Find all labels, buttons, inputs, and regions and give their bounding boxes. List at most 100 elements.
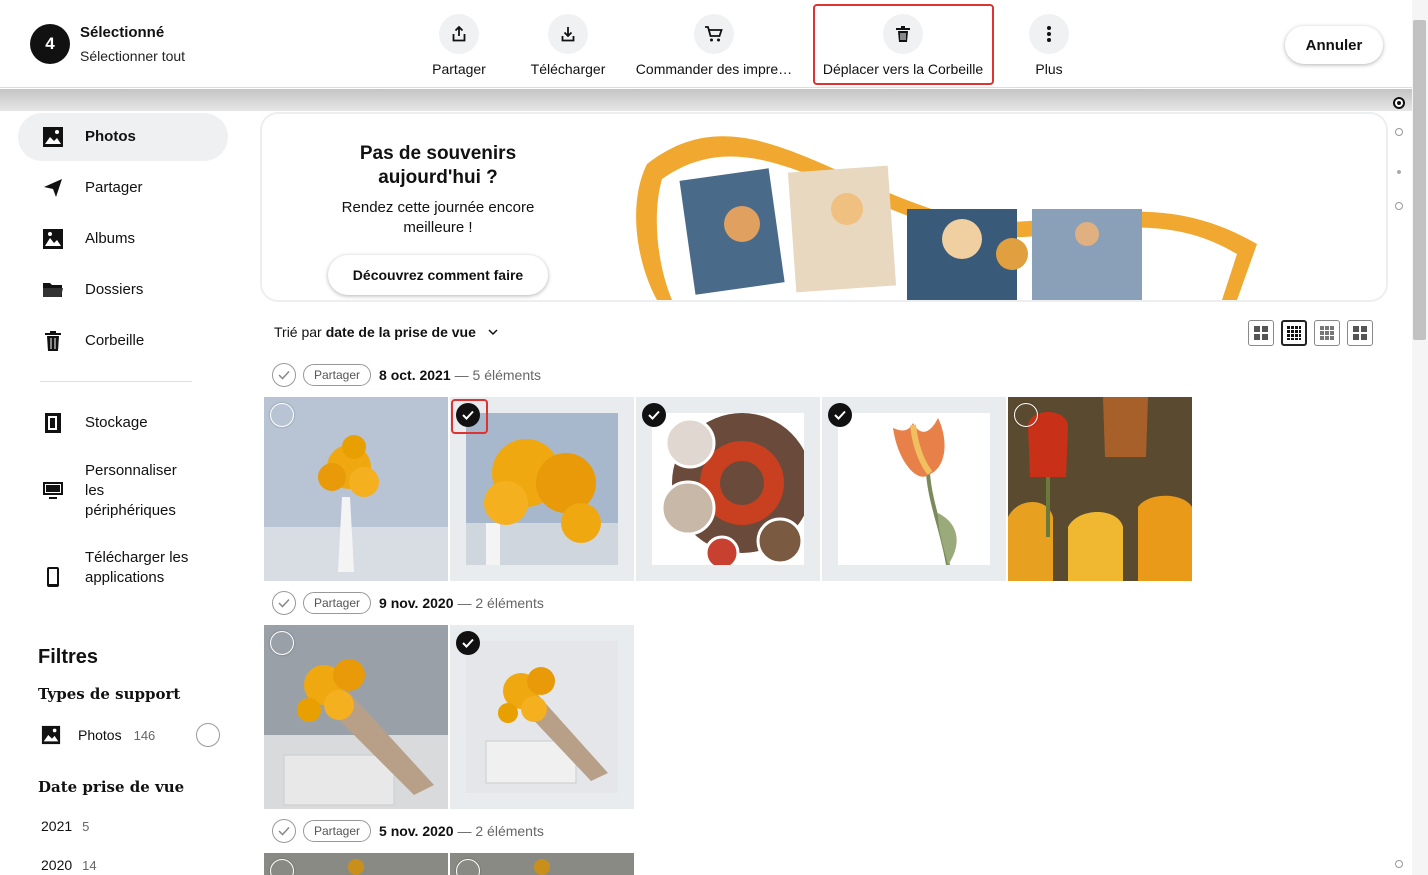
- group-select-check[interactable]: [272, 591, 296, 615]
- banner-subtitle: Rendez cette journée encore meilleure !: [341, 199, 535, 236]
- sidebar-item-folders[interactable]: Dossiers: [18, 266, 228, 314]
- check-icon: [278, 826, 290, 836]
- year-count: 5: [82, 818, 90, 834]
- photo-tile[interactable]: [1008, 397, 1192, 581]
- paper-plane-icon: [44, 179, 62, 197]
- sidebar-item-label: Dossiers: [85, 281, 144, 298]
- filter-photos-row[interactable]: Photos 146: [41, 725, 155, 745]
- photo-thumbnail: [838, 413, 990, 565]
- more-button[interactable]: Plus: [1028, 14, 1070, 77]
- folder-icon: [43, 283, 63, 297]
- grid-medium-icon: [1287, 326, 1301, 340]
- sidebar-item-label: Personnaliser les périphériques: [85, 462, 177, 519]
- trash-icon: [45, 331, 61, 351]
- group-header-2020-11-09: Partager 9 nov. 2020 — 2 éléments: [272, 591, 544, 615]
- order-prints-label: Commander des impre…: [635, 61, 793, 77]
- photo-tile[interactable]: [822, 397, 1006, 581]
- film-strip-illustration: [636, 136, 1257, 300]
- check-icon: [834, 410, 846, 420]
- photo-tile[interactable]: [264, 625, 448, 809]
- grid-large-icon: [1254, 326, 1268, 340]
- group-date: 8 oct. 2021: [379, 367, 451, 383]
- chevron-down-icon: [488, 329, 498, 336]
- timeline-marker[interactable]: [1395, 128, 1403, 136]
- filter-year-2021[interactable]: 2021 5: [41, 818, 89, 834]
- media-types-title: Types de support: [38, 685, 181, 703]
- group-select-check[interactable]: [272, 819, 296, 843]
- sidebar: Photos Partager Albums Dossiers Corbeill…: [0, 111, 240, 875]
- sidebar-item-label: Stockage: [85, 414, 148, 431]
- grid-small-icon: [1320, 326, 1334, 340]
- photo-select-check[interactable]: [270, 403, 294, 427]
- filter-year-2020[interactable]: 2020 14: [41, 857, 97, 873]
- photo-select-check[interactable]: [1014, 403, 1038, 427]
- year-label: 2021: [41, 818, 73, 834]
- photo-tile[interactable]: [264, 397, 448, 581]
- sort-prefix: Trié par: [274, 324, 322, 340]
- checkbox-highlight: [451, 399, 488, 434]
- timeline-marker[interactable]: [1395, 860, 1403, 868]
- view-medium-grid-button[interactable]: [1281, 320, 1307, 346]
- timeline-marker[interactable]: [1395, 202, 1403, 210]
- photo-select-check[interactable]: [456, 631, 480, 655]
- group-date: 5 nov. 2020: [379, 823, 454, 839]
- sidebar-item-download-apps[interactable]: Télécharger les applications: [18, 544, 228, 610]
- timeline-marker-active[interactable]: [1393, 97, 1405, 109]
- photo-select-check[interactable]: [828, 403, 852, 427]
- sort-value: date de la prise de vue: [325, 324, 476, 340]
- more-vertical-icon: [1029, 14, 1069, 54]
- sort-dropdown[interactable]: Trié par date de la prise de vue: [274, 324, 500, 340]
- year-label: 2020: [41, 857, 73, 873]
- photo-icon: [41, 725, 61, 745]
- photo-select-check[interactable]: [270, 631, 294, 655]
- group-date: 9 nov. 2020: [379, 595, 454, 611]
- view-small-grid-button[interactable]: [1314, 320, 1340, 346]
- select-all-link[interactable]: Sélectionner tout: [80, 48, 185, 64]
- more-label: Plus: [1035, 61, 1063, 77]
- sidebar-item-customize-devices[interactable]: Personnaliser les périphériques: [18, 457, 228, 523]
- sidebar-item-label: Télécharger les applications: [85, 549, 189, 586]
- group-share-button[interactable]: Partager: [303, 592, 372, 614]
- group-share-button[interactable]: Partager: [303, 364, 372, 386]
- photo-select-check[interactable]: [642, 403, 666, 427]
- banner-title: Pas de souvenirs aujourd'hui ?: [359, 143, 517, 188]
- download-button[interactable]: Télécharger: [531, 14, 605, 77]
- sidebar-item-trash[interactable]: Corbeille: [18, 317, 228, 365]
- timeline-marker[interactable]: [1397, 170, 1401, 174]
- cart-icon: [694, 14, 734, 54]
- group-count: — 5 éléments: [454, 367, 542, 383]
- group-share-button[interactable]: Partager: [303, 820, 372, 842]
- group-select-check[interactable]: [272, 363, 296, 387]
- photo-thumbnail: [466, 641, 618, 793]
- sidebar-item-photos[interactable]: Photos: [18, 113, 228, 161]
- photo-tile[interactable]: [636, 397, 820, 581]
- sidebar-item-storage[interactable]: Stockage: [18, 399, 228, 447]
- order-prints-button[interactable]: Commander des impre…: [634, 14, 794, 77]
- monitor-icon: [43, 482, 63, 499]
- photo-tile[interactable]: [450, 853, 634, 875]
- view-mosaic-button[interactable]: [1347, 320, 1373, 346]
- filter-photos-radio[interactable]: [196, 723, 220, 747]
- check-icon: [462, 638, 474, 648]
- share-icon: [439, 14, 479, 54]
- photo-thumbnail: [264, 397, 448, 581]
- photo-tile[interactable]: [264, 853, 448, 875]
- scrollbar-thumb[interactable]: [1413, 20, 1426, 340]
- sidebar-divider: [40, 381, 192, 382]
- view-large-grid-button[interactable]: [1248, 320, 1274, 346]
- sidebar-item-albums[interactable]: Albums: [18, 215, 228, 263]
- sidebar-item-label: Corbeille: [85, 332, 145, 349]
- selection-count-badge: 4: [30, 24, 70, 64]
- selection-toolbar: 4 Sélectionné Sélectionner tout Partager…: [0, 0, 1412, 88]
- check-icon: [278, 370, 290, 380]
- group-header-2020-11-05: Partager 5 nov. 2020 — 2 éléments: [272, 819, 544, 843]
- sidebar-item-label: Albums: [85, 230, 136, 247]
- learn-how-button[interactable]: Découvrez comment faire: [328, 255, 548, 295]
- group-count: — 2 éléments: [457, 823, 544, 839]
- photo-thumbnail: [1008, 397, 1192, 581]
- cancel-button[interactable]: Annuler: [1285, 26, 1383, 64]
- filter-photos-count: 146: [133, 727, 156, 743]
- share-button[interactable]: Partager: [430, 14, 488, 77]
- sidebar-item-share[interactable]: Partager: [18, 164, 228, 212]
- photo-tile[interactable]: [450, 625, 634, 809]
